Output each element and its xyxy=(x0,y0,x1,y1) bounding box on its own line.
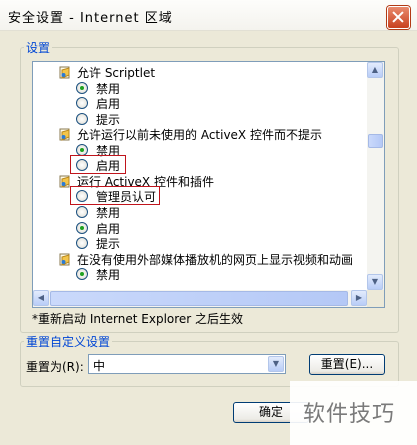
setting-label: 禁用 xyxy=(96,268,121,283)
reset-group-label: 重置自定义设置 xyxy=(24,333,113,350)
highlight-box-admin-approved xyxy=(70,186,160,205)
setting-label: 禁用 xyxy=(96,205,121,220)
settings-page-icon xyxy=(59,66,70,79)
radio-button[interactable] xyxy=(76,237,88,250)
close-button[interactable] xyxy=(387,6,410,29)
settings-list: 允许 Scriptlet 禁用 启用 提示 允许运行以前未使用的 ActiveX 控件而… xyxy=(33,62,367,290)
scrollbar-corner xyxy=(367,290,384,307)
setting-label: 允许运行以前未使用的 ActiveX 控件而不提示 xyxy=(77,128,322,143)
radio-button-selected[interactable] xyxy=(76,143,88,156)
chevron-down-icon[interactable]: ▼ xyxy=(268,356,284,372)
title-bar: 安全设置 - Internet 区域 xyxy=(0,0,417,31)
setting-label: 提示 xyxy=(96,237,121,252)
settings-group-label: 设置 xyxy=(24,39,53,56)
setting-label: 允许 Scriptlet xyxy=(77,66,156,80)
setting-label: 启用 xyxy=(96,97,121,112)
setting-label: 启用 xyxy=(96,221,121,236)
horizontal-scrollbar[interactable]: ◀ ▶ xyxy=(33,290,367,307)
restart-note: *重新启动 Internet Explorer 之后生效 xyxy=(32,312,244,326)
radio-button[interactable] xyxy=(76,112,88,125)
reset-to-label: 重置为(R): xyxy=(26,360,84,374)
radio-button-selected[interactable] xyxy=(76,268,88,281)
radio-button-selected[interactable] xyxy=(76,221,88,234)
setting-label: 禁用 xyxy=(96,81,121,96)
radio-button[interactable] xyxy=(76,205,88,218)
window-title: 安全设置 - Internet 区域 xyxy=(8,11,173,26)
reset-button[interactable]: 重置(E)... xyxy=(309,354,385,375)
watermark-text: 软件技巧 xyxy=(303,402,396,427)
scroll-down-button[interactable]: ▼ xyxy=(367,274,383,290)
radio-button-selected[interactable] xyxy=(76,81,88,94)
horizontal-scroll-thumb[interactable] xyxy=(50,291,348,306)
scroll-left-button[interactable]: ◀ xyxy=(33,290,49,306)
settings-page-icon xyxy=(59,253,70,266)
setting-label: 提示 xyxy=(96,112,121,127)
scroll-up-button[interactable]: ▲ xyxy=(367,62,383,78)
vertical-scrollbar[interactable]: ▲ ▼ xyxy=(367,62,384,290)
settings-listbox[interactable]: 允许 Scriptlet 禁用 启用 提示 允许运行以前未使用的 ActiveX 控件而… xyxy=(32,61,385,308)
radio-button[interactable] xyxy=(76,97,88,110)
highlight-box-enable xyxy=(70,155,126,174)
reset-level-value: 中 xyxy=(93,359,106,373)
settings-page-icon xyxy=(59,128,70,141)
vertical-scroll-thumb[interactable] xyxy=(368,134,383,148)
reset-level-select[interactable]: 中 ▼ xyxy=(88,354,286,374)
scroll-right-button[interactable]: ▶ xyxy=(351,290,367,306)
setting-label: 在没有使用外部媒体播放机的网页上显示视频和动画 xyxy=(77,252,354,267)
